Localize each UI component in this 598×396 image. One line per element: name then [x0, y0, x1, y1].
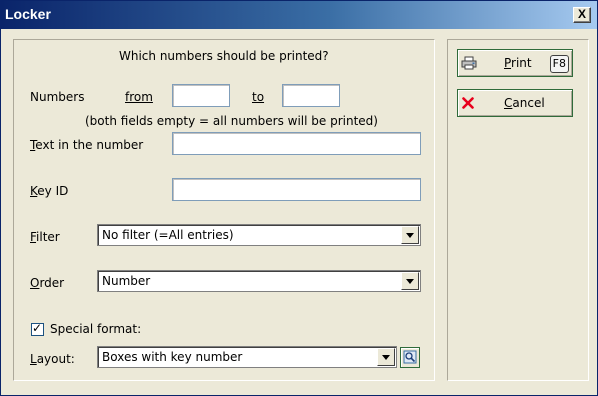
locker-dialog: Locker X Which numbers should be printed…	[0, 0, 598, 396]
checkmark-icon: ✓	[32, 321, 43, 335]
window-title: Locker	[5, 6, 51, 22]
print-button[interactable]: Print F8	[457, 49, 573, 77]
range-hint: (both fields empty = all numbers will be…	[85, 114, 378, 128]
close-icon: X	[577, 7, 586, 21]
from-input[interactable]	[172, 84, 230, 107]
to-label: to	[252, 90, 265, 104]
layout-preview-button[interactable]	[400, 347, 420, 368]
heading: Which numbers should be printed?	[119, 49, 329, 63]
close-button[interactable]: X	[573, 7, 591, 23]
filter-label: Filter	[30, 230, 60, 244]
special-format-label: Special format:	[50, 322, 142, 336]
key-id-input[interactable]	[172, 178, 421, 201]
cancel-x-icon	[462, 97, 474, 109]
cancel-label: Cancel	[504, 96, 545, 110]
numbers-label: Numbers	[30, 90, 85, 104]
magnifier-icon	[403, 350, 417, 364]
filter-select[interactable]: No filter (=All entries)	[97, 224, 421, 246]
order-dropdown-icon[interactable]	[401, 272, 419, 290]
layout-value: Boxes with key number	[102, 350, 243, 364]
f8-shortcut-badge: F8	[549, 55, 569, 73]
filter-value: No filter (=All entries)	[102, 228, 234, 242]
special-format-checkbox[interactable]: ✓	[31, 321, 44, 336]
title-bar[interactable]: Locker X	[1, 1, 597, 29]
to-input[interactable]	[282, 84, 340, 107]
layout-select[interactable]: Boxes with key number	[97, 346, 397, 368]
printer-icon	[461, 56, 477, 70]
print-label: Print	[504, 56, 532, 70]
text-in-number-label: Text in the number	[30, 138, 144, 152]
from-label: from	[125, 90, 153, 104]
order-select[interactable]: Number	[97, 270, 421, 292]
layout-dropdown-icon[interactable]	[377, 348, 395, 366]
cancel-button[interactable]: Cancel	[457, 89, 573, 117]
text-in-number-input[interactable]	[172, 132, 421, 155]
key-id-label: Key ID	[30, 184, 69, 198]
layout-label: Layout:	[30, 352, 75, 366]
filter-dropdown-icon[interactable]	[401, 226, 419, 244]
order-value: Number	[102, 274, 151, 288]
order-label: Order	[30, 276, 65, 290]
